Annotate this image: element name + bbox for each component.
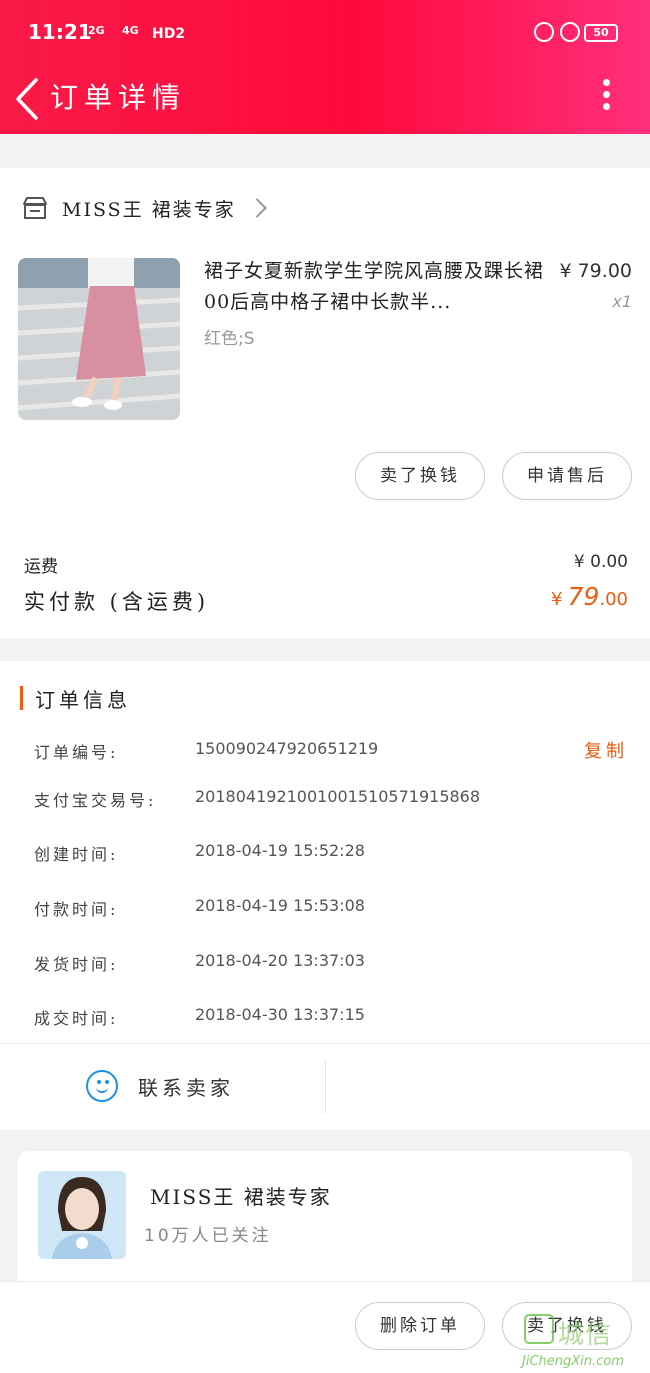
- store-name: MISS王 裙装专家: [62, 198, 236, 221]
- seller-avatar: [38, 1171, 126, 1259]
- sell-button[interactable]: 卖了换钱: [355, 452, 485, 500]
- total-paid-value: ¥ 79.00: [551, 582, 628, 611]
- store-icon: [23, 197, 47, 219]
- delete-order-button[interactable]: 删除订单: [355, 1302, 485, 1350]
- order-number-value: 150090247920651219: [195, 739, 379, 758]
- section-accent-bar: [20, 686, 23, 710]
- shipping-value: ¥ 0.00: [573, 552, 628, 572]
- order-info-title: 订单信息: [35, 687, 131, 712]
- header: 11:21 2G 4G HD2 50 订单详情: [0, 0, 650, 134]
- order-product-card: MISS王 裙装专家 裙子女夏新款学生学院风高腰及踝长裙00后高中格子裙中长款半…: [0, 168, 650, 638]
- completed-time-value: 2018-04-30 13:37:15: [195, 1005, 365, 1024]
- watermark-text: 城信: [558, 1320, 613, 1350]
- product-title[interactable]: 裙子女夏新款学生学院风高腰及踝长裙00后高中格子裙中长款半...: [204, 256, 544, 318]
- chat-smile-icon: [86, 1070, 118, 1102]
- chevron-right-icon: [246, 198, 267, 218]
- total-decimal: .00: [599, 589, 628, 610]
- order-info-header: 订单信息: [20, 685, 131, 712]
- paid-time-value: 2018-04-19 15:53:08: [195, 896, 365, 915]
- alipay-trade-label: 支付宝交易号:: [34, 791, 157, 810]
- order-info-section: 订单信息 订单编号: 150090247920651219 复制 支付宝交易号:…: [0, 661, 650, 1043]
- status-time: 11:21: [28, 20, 92, 44]
- product-image[interactable]: [18, 258, 180, 420]
- contact-seller-button[interactable]: 联系卖家: [86, 1066, 234, 1106]
- paid-time-label: 付款时间:: [34, 900, 119, 919]
- total-integer: 79: [567, 582, 600, 611]
- created-time-value: 2018-04-19 15:52:28: [195, 841, 365, 860]
- signal-4g-icon: 4G: [122, 24, 139, 37]
- product-price: ¥ 79.00: [559, 260, 632, 282]
- signal-2g-icon: 2G: [88, 24, 105, 37]
- more-menu-icon[interactable]: [596, 74, 616, 124]
- shipped-time-value: 2018-04-20 13:37:03: [195, 951, 365, 970]
- watermark-url: JiChengXin.com: [522, 1354, 624, 1369]
- store-link[interactable]: MISS王 裙装专家: [22, 192, 267, 224]
- hd-icon: HD2: [152, 26, 186, 42]
- seller-name: MISS王 裙装专家: [150, 1185, 332, 1209]
- nav-bar: 订单详情: [0, 66, 650, 134]
- product-quantity: x1: [612, 292, 632, 311]
- contact-row: 联系卖家: [0, 1043, 650, 1130]
- watermark-logo-icon: [524, 1314, 554, 1344]
- after-sales-button[interactable]: 申请售后: [502, 452, 632, 500]
- shipped-time-label: 发货时间:: [34, 955, 119, 974]
- lock-rotation-icon: [534, 22, 554, 42]
- product-sku: 红色;S: [204, 329, 255, 349]
- status-bar: 11:21 2G 4G HD2 50: [0, 0, 650, 66]
- shipping-label: 运费: [24, 557, 58, 577]
- completed-time-label: 成交时间:: [34, 1009, 119, 1028]
- watermark: 城信 JiChengXin.com: [518, 1310, 648, 1372]
- currency-symbol: ¥: [551, 589, 563, 610]
- alipay-trade-value: 2018041921001001510571915868: [195, 787, 481, 806]
- battery-icon: 50: [584, 24, 618, 42]
- divider: [325, 1060, 326, 1114]
- seller-followers: 10万人已关注: [144, 1226, 272, 1246]
- contact-seller-label: 联系卖家: [138, 1075, 234, 1100]
- seller-card[interactable]: MISS王 裙装专家 10万人已关注: [18, 1151, 632, 1291]
- page-title: 订单详情: [50, 81, 187, 114]
- copy-button[interactable]: 复制: [584, 737, 628, 763]
- created-time-label: 创建时间:: [34, 845, 119, 864]
- back-arrow-icon[interactable]: [12, 74, 52, 124]
- order-number-label: 订单编号:: [34, 743, 119, 762]
- total-paid-label: 实付款 (含运费): [24, 590, 210, 614]
- alarm-icon: [560, 22, 580, 42]
